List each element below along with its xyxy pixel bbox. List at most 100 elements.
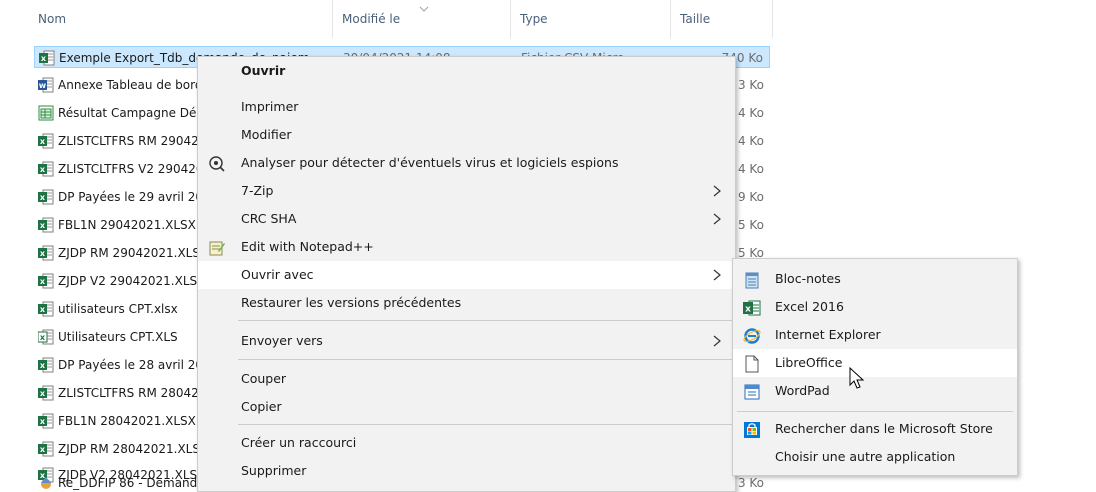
- menu-item-label: Ouvrir: [241, 63, 286, 78]
- submenu-item-excel[interactable]: x Excel 2016: [733, 293, 1017, 321]
- svg-text:x: x: [40, 193, 46, 202]
- submenu-item-wordpad[interactable]: WordPad: [733, 377, 1017, 405]
- file-size: 9 Ko: [737, 190, 764, 204]
- file-size: 3 Ko: [737, 78, 764, 92]
- chevron-right-icon: [713, 335, 721, 347]
- menu-item-antivirus-scan[interactable]: Analyser pour détecter d'éventuels virus…: [198, 149, 735, 177]
- column-divider[interactable]: [332, 0, 333, 38]
- menu-item-label: Restaurer les versions précédentes: [241, 295, 462, 310]
- svg-text:x: x: [40, 389, 46, 398]
- excel-file-icon: x: [38, 385, 54, 401]
- submenu-item-label: Rechercher dans le Microsoft Store: [775, 421, 993, 436]
- excel-legacy-file-icon: x: [38, 329, 54, 345]
- excel-file-icon: x: [38, 245, 54, 261]
- file-size: 3 Ko: [737, 476, 764, 490]
- file-size: 4 Ko: [737, 106, 764, 120]
- svg-text:x: x: [40, 333, 46, 342]
- svg-text:x: x: [745, 305, 751, 315]
- menu-item-ouvrir[interactable]: Ouvrir: [198, 57, 735, 85]
- menu-item-label: Edit with Notepad++: [241, 239, 374, 254]
- menu-item-notepadpp[interactable]: Edit with Notepad++: [198, 233, 735, 261]
- submenu-item-label: Bloc-notes: [775, 271, 841, 286]
- excel-file-icon: x: [38, 161, 54, 177]
- chevron-right-icon: [713, 185, 721, 197]
- menu-item-ouvrir-avec[interactable]: Ouvrir avec: [198, 261, 735, 289]
- notepad-icon: [745, 272, 759, 289]
- menu-item-7zip[interactable]: 7-Zip: [198, 177, 735, 205]
- excel-file-icon: x: [38, 441, 54, 457]
- svg-text:w: w: [39, 81, 47, 90]
- submenu-item-bloc-notes[interactable]: Bloc-notes: [733, 265, 1017, 293]
- column-divider[interactable]: [510, 0, 511, 38]
- menu-item-label: Couper: [241, 371, 287, 386]
- menu-separator: [238, 320, 733, 321]
- menu-separator: [737, 411, 1013, 412]
- sort-descending-icon: [419, 6, 429, 12]
- file-name: ZLISTCLTFRS RM 290420: [58, 134, 207, 148]
- notepadpp-icon: [209, 241, 225, 256]
- chevron-right-icon: [713, 213, 721, 225]
- menu-item-label: Envoyer vers: [241, 333, 323, 348]
- column-header-size[interactable]: Taille: [680, 10, 710, 28]
- menu-item-modifier[interactable]: Modifier: [198, 121, 735, 149]
- file-name: Re_DDFIP 86 - Demande: [58, 476, 205, 490]
- menu-item-copier[interactable]: Copier: [198, 393, 735, 421]
- svg-text:x: x: [41, 54, 47, 63]
- blank-document-icon: [745, 355, 759, 373]
- antivirus-scan-icon: [209, 156, 225, 172]
- svg-text:x: x: [40, 361, 46, 370]
- file-name: FBL1N 29042021.XLSX: [58, 218, 196, 232]
- file-name: ZLISTCLTFRS V2 2904202: [58, 162, 212, 176]
- file-name: ZJDP RM 28042021.XLSX: [58, 442, 209, 456]
- file-name: utilisateurs CPT.xlsx: [58, 302, 178, 316]
- menu-item-label: Analyser pour détecter d'éventuels virus…: [241, 155, 619, 170]
- excel-file-icon: x: [38, 217, 54, 233]
- menu-item-label: Supprimer: [241, 463, 307, 478]
- column-divider[interactable]: [670, 0, 671, 38]
- submenu-item-libreoffice[interactable]: LibreOffice: [733, 349, 1017, 377]
- submenu-item-label: LibreOffice: [775, 355, 843, 370]
- file-name: Résultat Campagne Dés: [58, 106, 203, 120]
- file-size: 5 Ko: [737, 218, 764, 232]
- submenu-item-label: Excel 2016: [775, 299, 844, 314]
- excel-file-icon: x: [38, 133, 54, 149]
- context-menu: Ouvrir Imprimer Modifier Analyser pour d…: [197, 56, 736, 492]
- menu-item-crc-sha[interactable]: CRC SHA: [198, 205, 735, 233]
- open-with-submenu: Bloc-notes x Excel 2016 Internet Explore…: [732, 258, 1018, 476]
- submenu-item-label: Internet Explorer: [775, 327, 881, 342]
- menu-item-restaurer-versions[interactable]: Restaurer les versions précédentes: [198, 289, 735, 317]
- column-header-type[interactable]: Type: [520, 10, 548, 28]
- submenu-item-internet-explorer[interactable]: Internet Explorer: [733, 321, 1017, 349]
- file-size: 4 Ko: [737, 162, 764, 176]
- file-name: FBL1N 28042021.XLSX: [58, 414, 196, 428]
- column-header-bar: Nom Modifié le Type Taille: [0, 0, 1096, 38]
- svg-text:x: x: [40, 277, 46, 286]
- chevron-right-icon: [713, 269, 721, 281]
- column-header-modified[interactable]: Modifié le: [342, 10, 400, 28]
- file-size: 4 Ko: [737, 134, 764, 148]
- menu-item-creer-raccourci[interactable]: Créer un raccourci: [198, 429, 735, 457]
- menu-item-label: Modifier: [241, 127, 292, 142]
- column-divider[interactable]: [772, 0, 773, 38]
- menu-item-supprimer[interactable]: Supprimer: [198, 457, 735, 485]
- menu-item-label: CRC SHA: [241, 211, 297, 226]
- excel-file-icon: x: [38, 189, 54, 205]
- menu-item-label: Imprimer: [241, 99, 299, 114]
- menu-item-envoyer-vers[interactable]: Envoyer vers: [198, 327, 735, 355]
- sheet-file-icon: [38, 105, 54, 121]
- menu-item-label: Créer un raccourci: [241, 435, 357, 450]
- svg-text:x: x: [40, 221, 46, 230]
- excel-file-icon: x: [39, 50, 55, 66]
- excel-file-icon: x: [38, 357, 54, 373]
- menu-item-label: 7-Zip: [241, 183, 274, 198]
- column-header-name[interactable]: Nom: [38, 10, 66, 28]
- wordpad-icon: [744, 384, 760, 400]
- menu-item-imprimer[interactable]: Imprimer: [198, 93, 735, 121]
- svg-text:x: x: [40, 445, 46, 454]
- menu-separator: [238, 359, 733, 360]
- menu-item-couper[interactable]: Couper: [198, 365, 735, 393]
- submenu-item-microsoft-store[interactable]: Rechercher dans le Microsoft Store: [733, 415, 1017, 443]
- mail-file-icon: [41, 477, 51, 489]
- excel-file-icon: x: [38, 413, 54, 429]
- submenu-item-choose-app[interactable]: Choisir une autre application: [733, 443, 1017, 471]
